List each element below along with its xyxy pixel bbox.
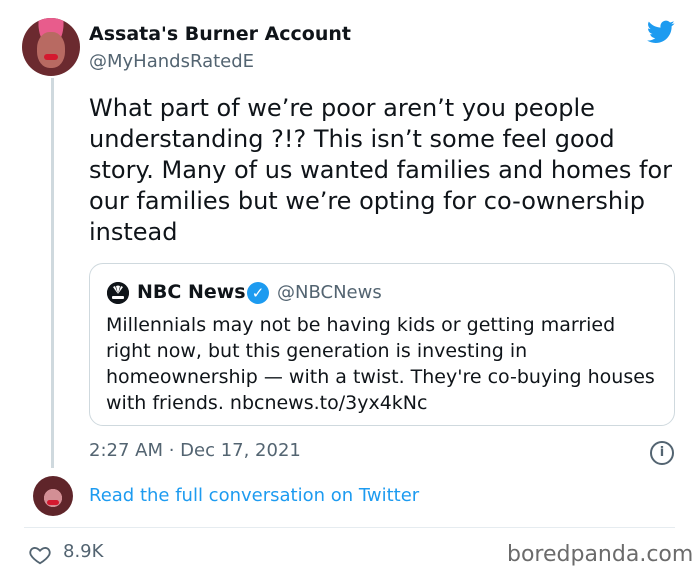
read-full-conversation-link[interactable]: Read the full conversation on Twitter <box>89 485 419 506</box>
author-handle[interactable]: @MyHandsRatedE <box>89 51 254 72</box>
like-count: 8.9K <box>63 541 104 562</box>
author-avatar[interactable] <box>22 18 80 76</box>
divider <box>24 527 675 528</box>
info-icon[interactable]: i <box>650 441 674 465</box>
quoted-tweet[interactable]: NBC News ✓ @NBCNews Millennials may not … <box>89 263 675 426</box>
nbc-peacock-icon <box>107 282 129 304</box>
thread-line <box>51 78 54 468</box>
quoted-author-name[interactable]: NBC News <box>137 281 246 303</box>
quoted-tweet-text: Millennials may not be having kids or ge… <box>106 314 655 414</box>
verified-badge-icon: ✓ <box>247 282 269 304</box>
watermark: boredpanda.com <box>507 542 694 567</box>
quoted-author-handle[interactable]: @NBCNews <box>277 282 382 303</box>
twitter-bird-icon[interactable] <box>645 18 677 46</box>
tweet-text: What part of we’re poor aren’t you peopl… <box>89 94 673 246</box>
conversation-avatar[interactable] <box>33 476 73 516</box>
heart-icon[interactable] <box>29 544 51 566</box>
tweet-timestamp[interactable]: 2:27 AM · Dec 17, 2021 <box>89 440 301 461</box>
author-name[interactable]: Assata's Burner Account <box>89 23 351 45</box>
